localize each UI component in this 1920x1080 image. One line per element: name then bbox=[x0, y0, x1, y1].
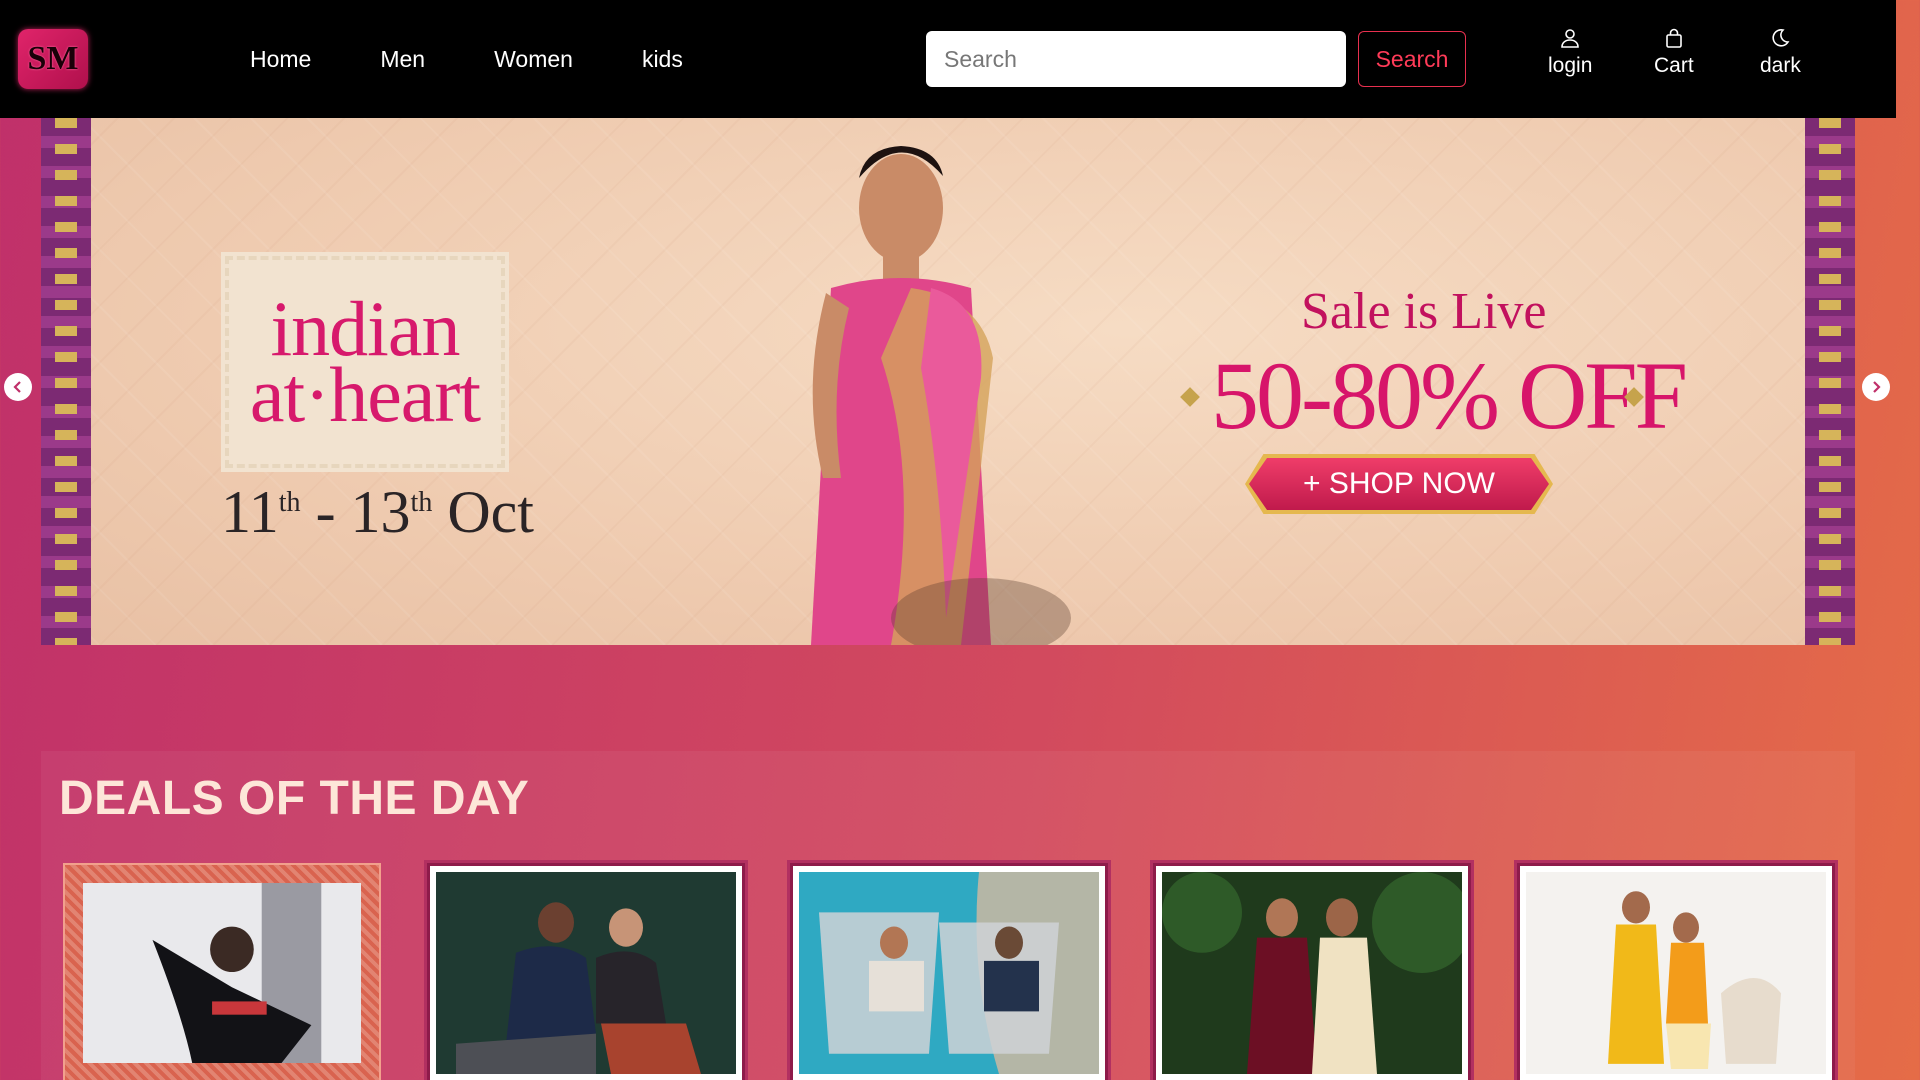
moon-icon bbox=[1772, 29, 1790, 47]
banner-stamp: indian at·heart bbox=[221, 252, 509, 472]
carousel-prev-button[interactable] bbox=[4, 373, 32, 401]
deal-image-women-ethnic bbox=[1162, 872, 1472, 1074]
deal-card[interactable] bbox=[1517, 863, 1835, 1080]
bag-icon bbox=[1666, 28, 1682, 48]
deal-image-couple-winter bbox=[436, 872, 736, 1074]
cart-button[interactable]: Cart bbox=[1654, 28, 1694, 78]
deal-image-dancer bbox=[83, 883, 361, 1063]
banner-headline-line2: at·heart bbox=[249, 351, 481, 438]
nav-link-women[interactable]: Women bbox=[494, 46, 573, 73]
nav-link-home[interactable]: Home bbox=[250, 46, 311, 73]
nav-link-kids[interactable]: kids bbox=[642, 46, 683, 73]
date-separator: - bbox=[300, 479, 351, 545]
brand-logo-text: SM bbox=[27, 40, 79, 77]
chevron-right-icon bbox=[1873, 381, 1881, 393]
main-nav: Home Men Women kids bbox=[250, 0, 752, 118]
nav-link-men[interactable]: Men bbox=[380, 46, 425, 73]
deal-image-kids-ethnic bbox=[1526, 872, 1826, 1074]
deal-card[interactable] bbox=[1153, 863, 1472, 1080]
date-start-suffix: th bbox=[278, 487, 301, 518]
login-button[interactable]: login bbox=[1548, 28, 1592, 78]
deal-card[interactable] bbox=[63, 863, 381, 1080]
date-month: Oct bbox=[432, 479, 534, 545]
dark-mode-toggle[interactable]: dark bbox=[1760, 28, 1801, 78]
carousel-next-button[interactable] bbox=[1862, 373, 1890, 401]
date-end-day: 13 bbox=[350, 479, 411, 545]
brand-logo[interactable]: SM bbox=[18, 29, 88, 89]
search-button[interactable]: Search bbox=[1358, 31, 1466, 87]
date-end-suffix: th bbox=[410, 487, 433, 518]
sale-offer-text: 50-80% OFF bbox=[1211, 342, 1688, 449]
date-start-day: 11 bbox=[221, 479, 279, 545]
deal-card[interactable] bbox=[790, 863, 1108, 1080]
banner-border-right bbox=[1805, 118, 1855, 645]
navbar: SM Home Men Women kids Search login Cart… bbox=[0, 0, 1896, 118]
deals-title: DEALS OF THE DAY bbox=[59, 772, 530, 825]
user-icon bbox=[1561, 29, 1579, 48]
banner-dates: 11th - 13th Oct bbox=[221, 478, 534, 547]
hero-carousel: indian at·heart 11th - 13th Oct Sale is … bbox=[41, 118, 1855, 645]
model-in-saree-image bbox=[811, 146, 1071, 645]
cart-label: Cart bbox=[1654, 54, 1694, 77]
login-label: login bbox=[1548, 54, 1593, 77]
search-input[interactable] bbox=[926, 31, 1346, 87]
sale-title: Sale is Live bbox=[1301, 283, 1547, 340]
deal-image-poolside-men bbox=[799, 872, 1099, 1074]
dark-mode-label: dark bbox=[1760, 54, 1801, 77]
banner-border-left bbox=[41, 118, 91, 645]
deals-section: DEALS OF THE DAY bbox=[41, 751, 1855, 1080]
shop-now-button[interactable]: + SHOP NOW bbox=[1249, 458, 1549, 510]
chevron-left-icon bbox=[13, 381, 21, 393]
deal-card[interactable] bbox=[427, 863, 745, 1080]
